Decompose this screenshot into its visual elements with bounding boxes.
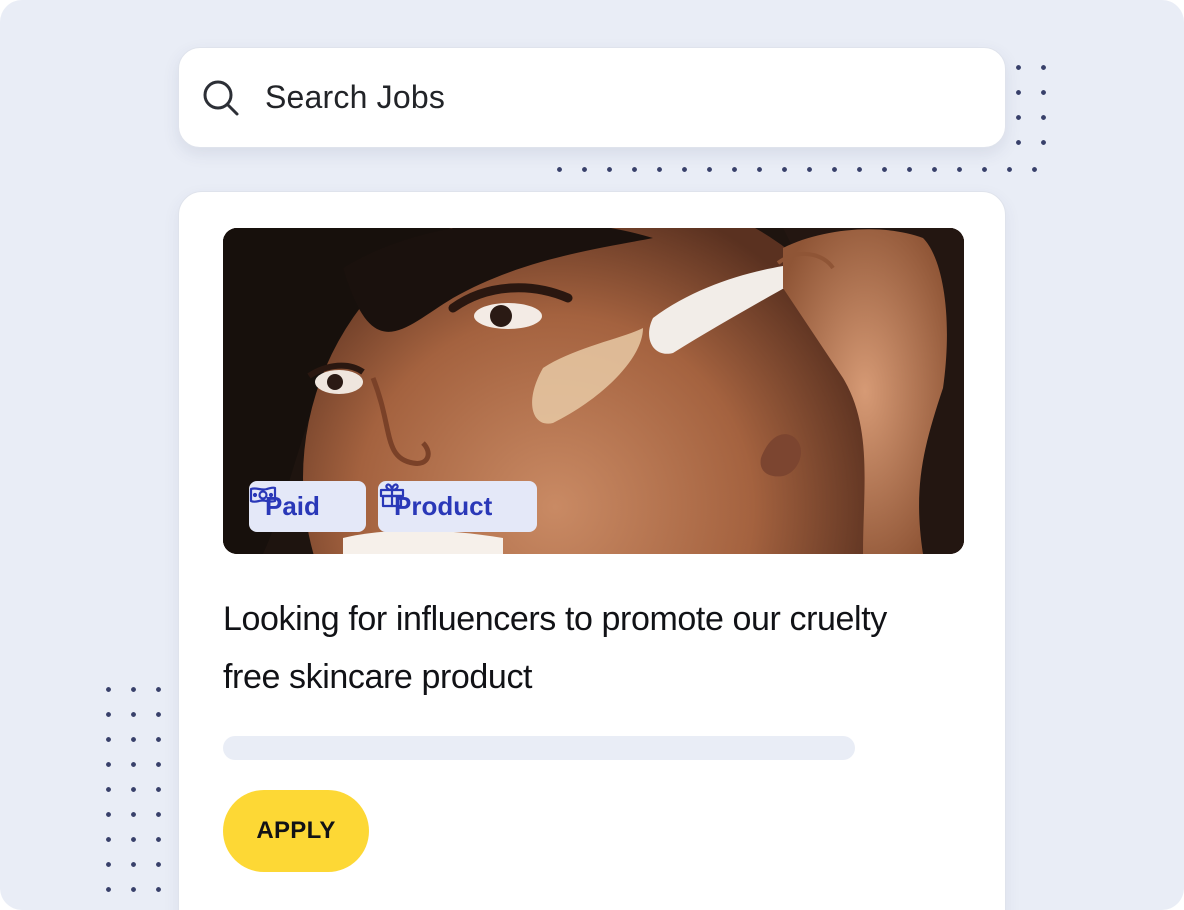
search-input[interactable]: Search Jobs xyxy=(265,79,445,116)
loading-placeholder-bar xyxy=(223,736,855,760)
job-image: Paid Product xyxy=(223,228,964,554)
tag-product: Product xyxy=(378,481,537,532)
search-bar[interactable]: Search Jobs xyxy=(178,47,1006,148)
job-title[interactable]: Looking for influencers to promote our c… xyxy=(223,590,943,706)
decorative-dot-row xyxy=(547,157,1056,182)
decorative-dot-grid xyxy=(1006,55,1056,155)
background-canvas: Search Jobs Paid Product Looking for inf… xyxy=(0,0,1184,910)
apply-button[interactable]: APPLY xyxy=(223,790,369,872)
search-icon xyxy=(201,78,241,118)
decorative-dot-grid-left xyxy=(96,677,171,902)
tag-label: Product xyxy=(394,491,493,521)
job-card[interactable]: Paid Product Looking for influencers to … xyxy=(178,191,1006,910)
tag-paid: Paid xyxy=(249,481,366,532)
